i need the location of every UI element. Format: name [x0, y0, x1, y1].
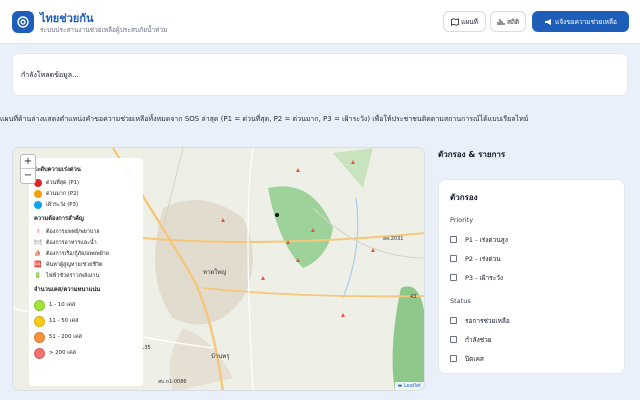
- count-dot: [34, 347, 45, 359]
- map-attribution[interactable]: ▬ Leaflet: [394, 382, 424, 390]
- status-filter-checkbox[interactable]: [450, 317, 457, 324]
- map-button[interactable]: แผนที่: [443, 11, 486, 32]
- district-label: บ้านพรุ: [211, 353, 230, 360]
- priority-filter-option-label: P3 - เฝ้าระวัง: [465, 273, 504, 282]
- power-icon: 🔋: [34, 272, 42, 279]
- food-icon: 🍽: [34, 239, 42, 246]
- bar-chart-icon: [497, 18, 505, 25]
- priority-filter-checkbox[interactable]: [450, 236, 457, 243]
- priority-filter-option[interactable]: P2 - เร่งด่วน: [450, 249, 613, 268]
- legend-count-item: 11 - 50 เคส: [34, 313, 138, 329]
- legend-need-item: 🔋 ไฟฟ้าชั่วคราว/พลังงาน: [34, 270, 138, 281]
- status-filter-option[interactable]: กำลังช่วย: [450, 330, 613, 349]
- road-label: สบ.ถ1-0086: [158, 379, 187, 385]
- legend-count-label: 1 - 10 เคส: [49, 302, 76, 308]
- priority-filter-option-label: P1 - เร่งด่วนสูง: [465, 235, 508, 244]
- city-label: หาดใหญ่: [203, 268, 226, 276]
- legend-count-item: > 200 เคส: [34, 345, 138, 361]
- status-filter-option[interactable]: รอการช่วยเหลือ: [450, 311, 613, 330]
- priority-filter-option[interactable]: P1 - เร่งด่วนสูง: [450, 230, 613, 249]
- zoom-control[interactable]: + −: [20, 154, 36, 184]
- map-button-label: แผนที่: [461, 17, 478, 26]
- status-filter-option-label: รอการช่วยเหลือ: [465, 316, 510, 325]
- priority-filter-option-label: P2 - เร่งด่วน: [465, 254, 501, 263]
- map-legend: ระดับความเร่งด่วน ด่วนที่สุด (P1) ด่วนมาก…: [29, 158, 143, 386]
- report-sos-button[interactable]: แจ้งขอความช่วยเหลือ: [532, 11, 629, 32]
- lifebuoy-icon: [17, 16, 29, 28]
- legend-count-label: 51 - 200 เคส: [49, 334, 82, 340]
- priority-filter-checkbox[interactable]: [450, 255, 457, 262]
- legend-urgency-label: ด่วนมาก (P2): [46, 190, 79, 197]
- legend-need-label: ค้นหาผู้สูญหาย/ช่วยชีวิต: [46, 261, 103, 268]
- legend-need-label: ไฟฟ้าชั่วคราว/พลังงาน: [46, 272, 100, 279]
- zoom-in-button[interactable]: +: [21, 155, 35, 169]
- filter-panel-title: ตัวกรอง: [450, 193, 478, 202]
- priority-filter-option[interactable]: P3 - เฝ้าระวัง: [450, 268, 613, 287]
- status-filter-option-label: ปิดเคส: [465, 354, 484, 363]
- priority-filter-checkbox[interactable]: [450, 274, 457, 281]
- sos-icon: 🆘: [34, 261, 42, 268]
- legend-urgency-item: ด่วนที่สุด (P1): [34, 177, 138, 188]
- legend-need-item: ⛵ ต้องการเรือ/กู้ภัย/อพยพย้าย: [34, 248, 138, 259]
- status-filter-checkbox[interactable]: [450, 355, 457, 362]
- legend-need-item: ⚕ ต้องการแพทย์/พยาบาล: [34, 226, 138, 237]
- road-label: สล.2031: [383, 236, 403, 242]
- legend-need-label: ต้องการแพทย์/พยาบาล: [46, 228, 100, 235]
- legend-count-label: > 200 เคส: [49, 350, 76, 356]
- status-group-label: Status: [450, 297, 471, 305]
- count-dot: [34, 331, 45, 343]
- map-icon: [451, 17, 460, 26]
- legend-urgency-label: ด่วนที่สุด (P1): [46, 179, 80, 186]
- medical-icon: ⚕: [36, 228, 40, 235]
- loading-card: กำลังโหลดข้อมูล...: [12, 53, 628, 96]
- urgency-dot: [34, 189, 42, 198]
- sos-map[interactable]: สล.2031 43 4135 สบ.ถ1-0086 หาดใหญ่ บ้านพ…: [12, 147, 425, 391]
- app-logo: [12, 11, 34, 33]
- map-description: แผนที่ด้านล่างแสดงตำแหน่งคำขอความช่วยเหล…: [0, 115, 529, 123]
- count-dot: [34, 315, 45, 327]
- legend-urgency-label: เฝ้าระวัง (P3): [46, 201, 79, 208]
- legend-count-item: 51 - 200 เคส: [34, 329, 138, 345]
- priority-group-label: Priority: [450, 216, 474, 224]
- zoom-out-button[interactable]: −: [21, 169, 35, 183]
- report-sos-label: แจ้งขอความช่วยเหลือ: [555, 17, 617, 26]
- road-label: 43: [410, 294, 416, 300]
- app-subtitle: ระบบประสานงานช่วยเหลือผู้ประสบภัยน้ำท่วม: [40, 26, 168, 34]
- legend-need-item: 🆘 ค้นหาผู้สูญหาย/ช่วยชีวิต: [34, 259, 138, 270]
- legend-count-title: จำนวนเคส/ความหนาแน่น: [34, 287, 101, 293]
- app-header: ไทยช่วยกัน ระบบประสานงานช่วยเหลือผู้ประส…: [0, 0, 640, 44]
- legend-count-item: 1 - 10 เคส: [34, 297, 138, 313]
- legend-urgency-item: เฝ้าระวัง (P3): [34, 199, 138, 210]
- status-filter-option-label: กำลังช่วย: [465, 335, 492, 344]
- loading-text: กำลังโหลดข้อมูล...: [21, 71, 79, 79]
- stats-button-label: สถิติ: [506, 17, 520, 26]
- stats-button[interactable]: สถิติ: [490, 11, 526, 32]
- count-dot: [34, 299, 45, 311]
- sidebar-title: ตัวกรอง & รายการ: [438, 150, 506, 159]
- legend-need-item: 🍽 ต้องการอาหารและน้ำ: [34, 237, 138, 248]
- legend-urgency-item: ด่วนมาก (P2): [34, 188, 138, 199]
- megaphone-icon: [545, 18, 552, 25]
- legend-count-label: 11 - 50 เคส: [49, 318, 79, 324]
- legend-need-label: ต้องการอาหารและน้ำ: [46, 239, 97, 246]
- boat-icon: ⛵: [34, 250, 42, 257]
- status-filter-option[interactable]: ปิดเคส: [450, 349, 613, 368]
- status-filter-checkbox[interactable]: [450, 336, 457, 343]
- filter-panel: ตัวกรอง Priority P1 - เร่งด่วนสูง P2 - เร…: [438, 179, 625, 374]
- legend-needs-title: ความต้องการสำคัญ: [34, 216, 84, 222]
- legend-need-label: ต้องการเรือ/กู้ภัย/อพยพย้าย: [46, 250, 109, 257]
- legend-urgency-title: ระดับความเร่งด่วน: [34, 167, 81, 173]
- urgency-dot: [34, 200, 42, 209]
